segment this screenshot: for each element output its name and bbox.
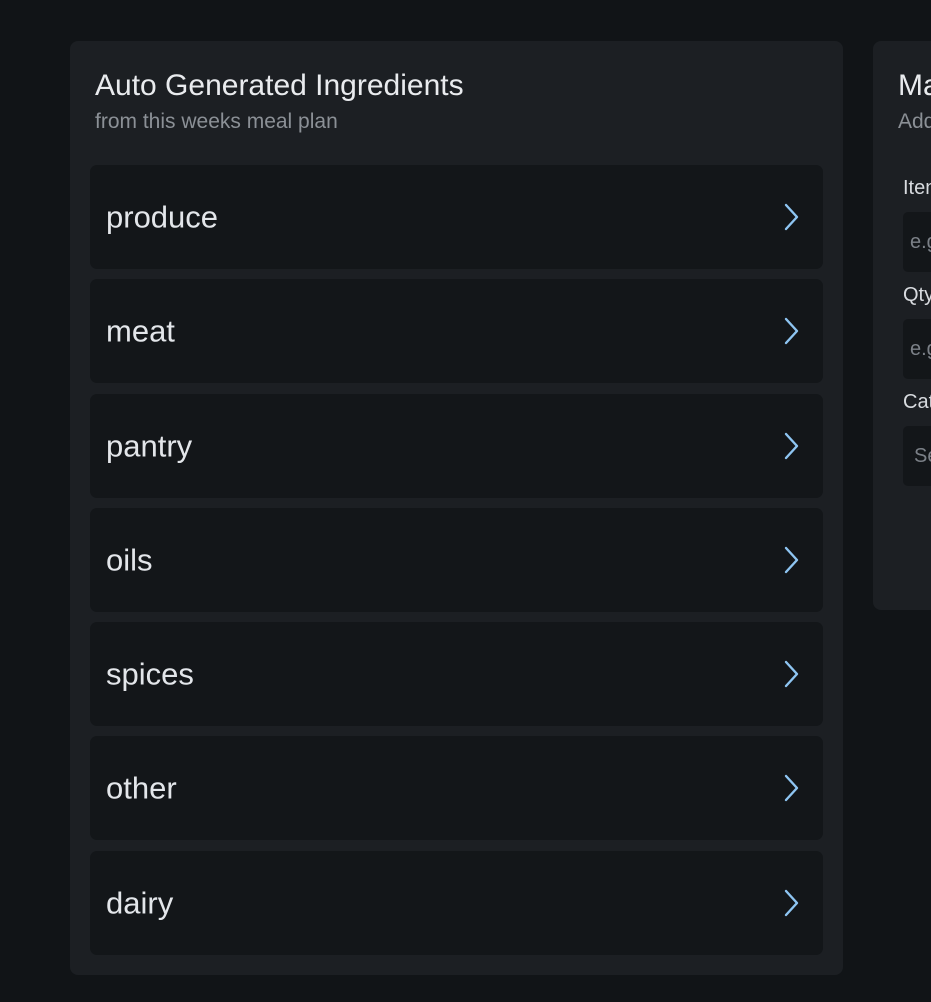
category-field-label: Cat xyxy=(903,391,931,413)
category-label: pantry xyxy=(106,428,193,464)
category-label: meat xyxy=(106,313,175,349)
page: Auto Generated Ingredients from this wee… xyxy=(0,0,931,1002)
category-row-produce[interactable]: produce xyxy=(90,165,823,269)
category-row-oils[interactable]: oils xyxy=(90,508,823,612)
chevron-right-icon xyxy=(781,432,801,460)
category-label: dairy xyxy=(106,885,174,921)
category-row-dairy[interactable]: dairy xyxy=(90,851,823,955)
chevron-right-icon xyxy=(781,660,801,688)
category-row-pantry[interactable]: pantry xyxy=(90,394,823,498)
auto-ingredients-card: Auto Generated Ingredients from this wee… xyxy=(70,41,843,975)
auto-ingredients-title: Auto Generated Ingredients xyxy=(95,69,464,102)
qty-field-label: Qty xyxy=(903,284,931,306)
category-select[interactable]: Se xyxy=(903,426,931,486)
qty-input[interactable] xyxy=(903,319,931,379)
manual-item-card: Ma Add Item Qty Cat Se xyxy=(873,41,931,610)
category-row-meat[interactable]: meat xyxy=(90,279,823,383)
chevron-right-icon xyxy=(781,317,801,345)
chevron-right-icon xyxy=(781,889,801,917)
category-row-other[interactable]: other xyxy=(90,736,823,840)
chevron-right-icon xyxy=(781,546,801,574)
auto-ingredients-subtitle: from this weeks meal plan xyxy=(95,110,338,133)
category-label: other xyxy=(106,770,177,806)
item-input[interactable] xyxy=(903,212,931,272)
manual-item-subtitle: Add xyxy=(898,110,931,133)
item-field-label: Item xyxy=(903,177,931,199)
category-label: oils xyxy=(106,542,153,578)
chevron-right-icon xyxy=(781,774,801,802)
chevron-right-icon xyxy=(781,203,801,231)
category-label: spices xyxy=(106,656,194,692)
manual-item-title: Ma xyxy=(898,69,931,102)
category-row-spices[interactable]: spices xyxy=(90,622,823,726)
category-label: produce xyxy=(106,199,219,235)
